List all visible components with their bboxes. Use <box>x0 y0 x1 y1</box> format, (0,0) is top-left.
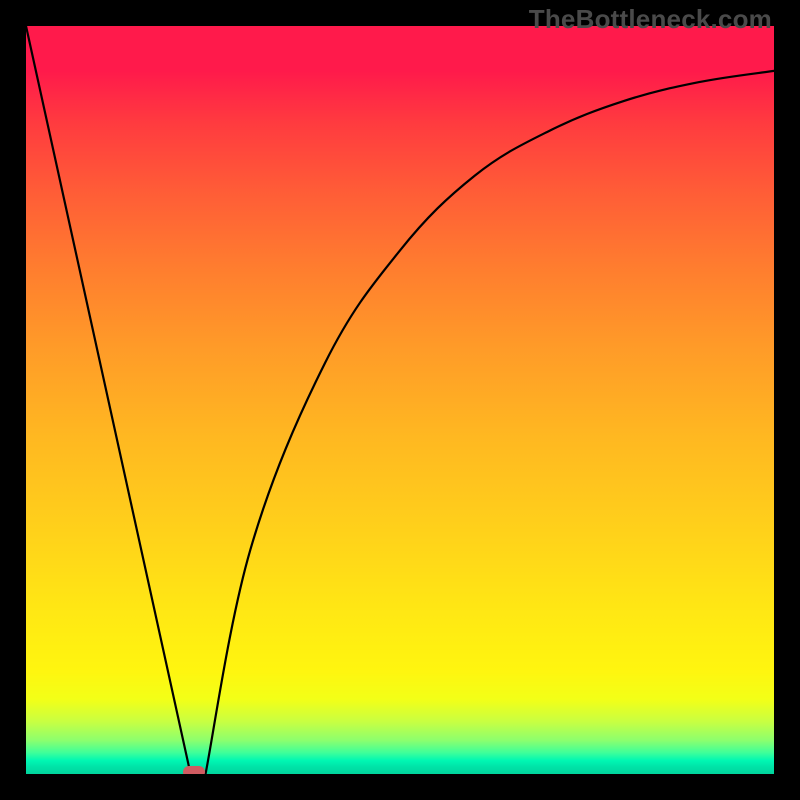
chart-frame: TheBottleneck.com <box>0 0 800 800</box>
optimal-marker <box>183 766 205 774</box>
plot-area <box>26 26 774 774</box>
bottleneck-curve <box>26 26 774 774</box>
watermark-text: TheBottleneck.com <box>529 4 772 35</box>
